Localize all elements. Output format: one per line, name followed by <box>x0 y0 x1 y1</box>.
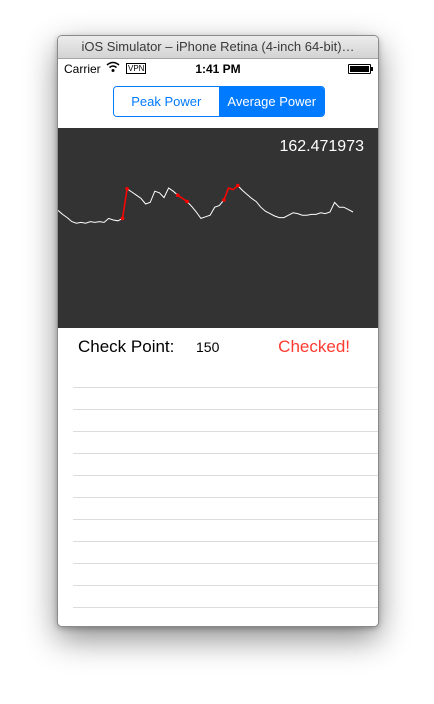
checkpoint-list[interactable] <box>73 366 378 608</box>
highlight-segment <box>121 188 128 219</box>
power-line-plot <box>58 183 354 224</box>
list-row[interactable] <box>73 476 378 498</box>
highlight-segment <box>223 185 239 201</box>
iphone-screen: Carrier VPN 1:41 PM Peak Power Average P… <box>58 59 378 626</box>
list-row[interactable] <box>73 366 378 388</box>
check-point-row: Check Point: 150 Checked! <box>58 328 378 366</box>
list-row[interactable] <box>73 454 378 476</box>
status-time: 1:41 PM <box>195 62 241 76</box>
list-row[interactable] <box>73 410 378 432</box>
check-point-value: 150 <box>196 339 220 355</box>
check-point-label: Check Point: <box>78 337 175 356</box>
highlight-point <box>236 183 240 188</box>
segment-average-power[interactable]: Average Power <box>219 87 324 116</box>
status-bar: Carrier VPN 1:41 PM <box>58 59 378 79</box>
window-title: iOS Simulator – iPhone Retina (4-inch 64… <box>58 36 378 59</box>
power-chart: 162.471973 <box>58 128 378 328</box>
list-row[interactable] <box>73 586 378 608</box>
check-point-status: Checked! <box>278 337 350 356</box>
list-row[interactable] <box>73 432 378 454</box>
list-row[interactable] <box>73 564 378 586</box>
highlight-point <box>222 198 226 202</box>
highlight-point <box>120 216 125 221</box>
battery-icon <box>348 64 373 74</box>
simulator-window: iOS Simulator – iPhone Retina (4-inch 64… <box>57 35 379 627</box>
segment-peak-power[interactable]: Peak Power <box>114 87 220 116</box>
list-row[interactable] <box>73 498 378 520</box>
highlight-point <box>176 193 180 197</box>
highlight-point <box>125 187 129 191</box>
list-row[interactable] <box>73 542 378 564</box>
list-row[interactable] <box>73 520 378 542</box>
power-series-line <box>58 184 354 224</box>
highlight-point <box>185 199 189 204</box>
list-row[interactable] <box>73 388 378 410</box>
power-mode-segmented-control[interactable]: Peak Power Average Power <box>113 86 325 117</box>
